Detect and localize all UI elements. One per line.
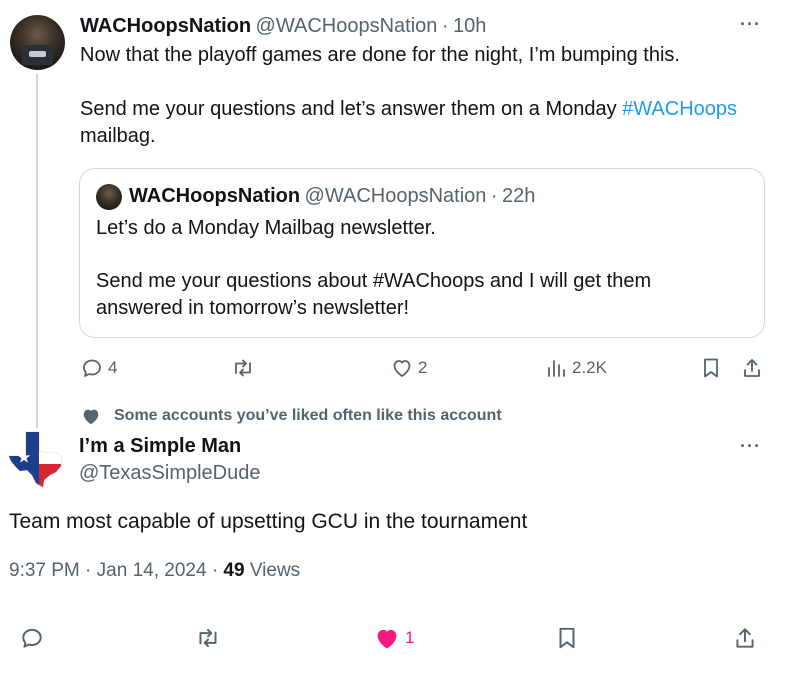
heart-filled-icon: [377, 629, 397, 649]
reply-button[interactable]: [19, 625, 45, 651]
hashtag-link[interactable]: #WACHoops: [622, 98, 737, 120]
social-context: Some accounts you’ve liked often like th…: [80, 406, 502, 426]
like-button[interactable]: 2: [390, 356, 427, 380]
quoted-tweet-header: WACHoopsNation @WACHoopsNation · 22h: [129, 185, 535, 208]
share-button[interactable]: [740, 356, 764, 380]
views-label: Views: [249, 560, 301, 581]
separator: ·: [85, 560, 92, 581]
separator: ·: [441, 15, 449, 37]
separator: ·: [490, 185, 498, 207]
handle[interactable]: @WACHoopsNation: [256, 15, 438, 37]
display-name[interactable]: WACHoopsNation: [80, 15, 251, 37]
more-options-icon[interactable]: ···: [740, 14, 761, 35]
like-button[interactable]: 1: [373, 625, 414, 651]
tweet-text: Team most capable of upsetting GCU in th…: [9, 510, 528, 533]
views-count: 49: [223, 560, 245, 581]
share-icon: [744, 359, 760, 377]
tweet-metadata: 9:37 PM · Jan 14, 2024 · 49 Views: [9, 560, 300, 582]
reply-count: 4: [108, 358, 118, 377]
reply-icon: [83, 359, 101, 377]
bookmark-icon: [704, 358, 718, 378]
share-button[interactable]: [732, 625, 758, 651]
quoted-timestamp: 22h: [501, 185, 536, 207]
thread-connector-line: [36, 74, 38, 428]
analytics-icon: [548, 360, 565, 377]
timestamp[interactable]: 10h: [453, 15, 486, 37]
quoted-text-line: answered in tomorrow’s newsletter!: [96, 297, 410, 319]
retweet-icon: [199, 628, 217, 648]
display-name[interactable]: I’m a Simple Man: [79, 435, 241, 458]
more-options-icon[interactable]: ···: [740, 436, 761, 457]
views-button[interactable]: 2.2K: [546, 356, 607, 380]
tweet-text-line: Now that the playoff games are done for …: [80, 44, 680, 66]
quoted-handle: @WACHoopsNation: [304, 185, 487, 207]
retweet-icon: [235, 359, 251, 377]
views-count: 2.2K: [572, 358, 607, 377]
bookmark-button[interactable]: [700, 356, 722, 380]
tweet-header: WACHoopsNation @WACHoopsNation · 10h: [80, 15, 486, 38]
heart-icon: [83, 409, 99, 425]
quoted-avatar: [96, 184, 122, 210]
reply-button[interactable]: 4: [80, 356, 117, 380]
tweet-text: Send me your questions and let’s answer …: [80, 98, 623, 120]
like-count: 2: [418, 358, 428, 377]
tweet-text-line: mailbag.: [80, 125, 156, 147]
timestamp[interactable]: 9:37 PM: [9, 560, 80, 581]
social-context-text: Some accounts you’ve liked often like th…: [114, 407, 502, 424]
quoted-text-line: Let’s do a Monday Mailbag newsletter.: [96, 217, 436, 239]
separator: ·: [211, 560, 219, 581]
avatar[interactable]: [10, 15, 65, 70]
date[interactable]: Jan 14, 2024: [97, 560, 207, 581]
handle[interactable]: @TexasSimpleDude: [79, 462, 261, 485]
bookmark-icon: [559, 627, 575, 649]
quoted-display-name: WACHoopsNation: [129, 185, 301, 207]
tweet-text-line: Send me your questions and let’s answer …: [80, 96, 737, 123]
quoted-text-line: Send me your questions about #WAChoops a…: [96, 270, 652, 292]
retweet-button[interactable]: [194, 625, 222, 651]
retweet-button[interactable]: [230, 356, 256, 380]
share-icon: [736, 628, 754, 648]
reply-icon: [22, 628, 42, 648]
texas-flag-avatar[interactable]: [8, 430, 64, 488]
like-count: 1: [405, 628, 415, 647]
bookmark-button[interactable]: [555, 625, 579, 651]
heart-icon: [393, 360, 411, 377]
